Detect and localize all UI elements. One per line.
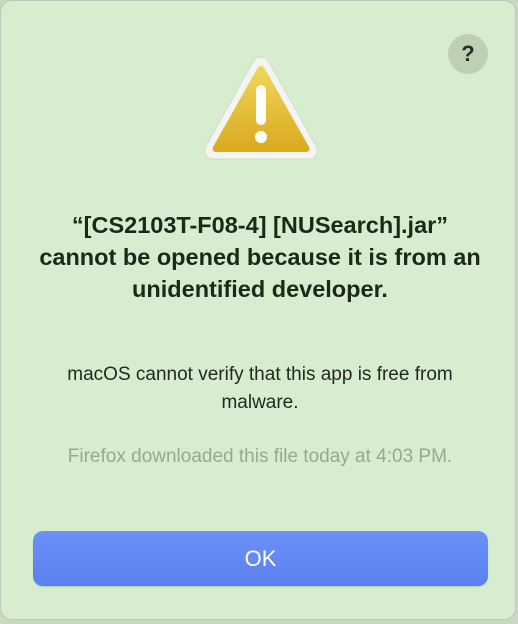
dialog-title: “[CS2103T-F08-4] [NUSearch].jar” cannot … [39,212,481,302]
alert-dialog: ? “[CS2103T-F08-4] [NUSearch].jar” canno… [0,0,516,620]
ok-button[interactable]: OK [33,531,488,586]
help-button[interactable]: ? [448,34,488,74]
warning-triangle-icon [204,56,318,160]
download-info-text: Firefox downloaded this file today at 4:… [67,446,453,467]
dialog-message: macOS cannot verify that this app is fre… [67,364,453,413]
